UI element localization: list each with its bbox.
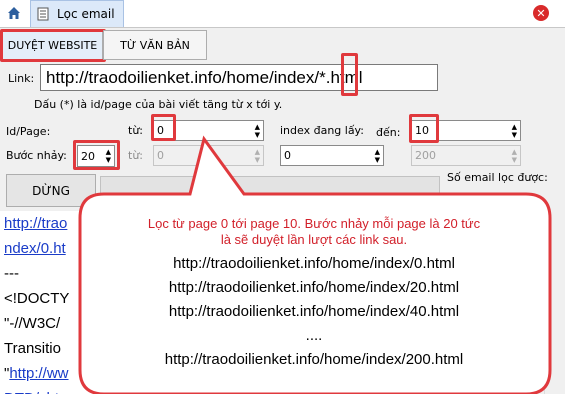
callout-line1: Lọc từ page 0 tới page 10. Bước nhảy mỗi… xyxy=(147,216,481,231)
callout-link: http://traodoilienket.info/home/index/20… xyxy=(168,279,460,296)
callout-link: http://traodoilienket.info/home/index/0.… xyxy=(173,255,455,272)
callout-line2: là sẽ duyệt lần lượt các link sau. xyxy=(220,232,408,247)
callout-ellipsis: .... xyxy=(305,327,323,344)
callout-link: http://traodoilienket.info/home/index/40… xyxy=(168,303,460,320)
callout-link-list: http://traodoilienket.info/home/index/0.… xyxy=(84,252,544,372)
callout-link: http://traodoilienket.info/home/index/20… xyxy=(164,351,464,368)
callout-description: Lọc từ page 0 tới page 10. Bước nhảy mỗi… xyxy=(84,216,544,248)
